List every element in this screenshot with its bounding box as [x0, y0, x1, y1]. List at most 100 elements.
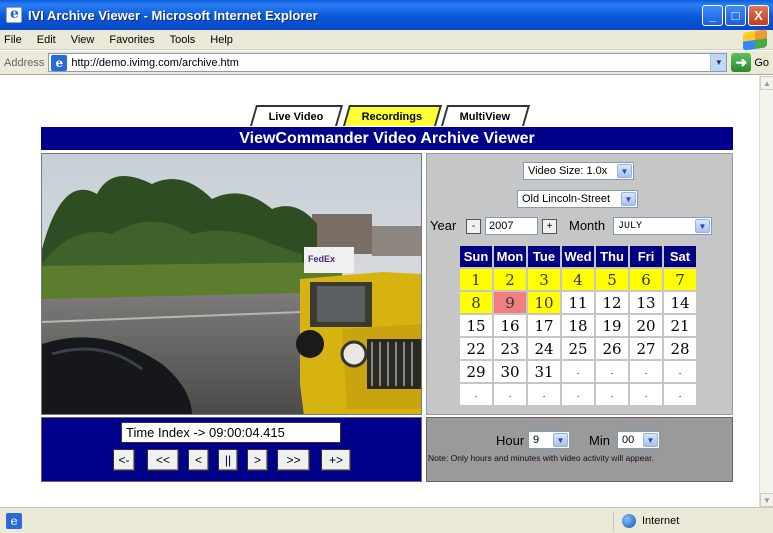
calendar-day-cell[interactable]: 28 — [664, 338, 696, 359]
month-label: Month — [569, 218, 606, 233]
jump-back-button[interactable]: <- — [113, 449, 135, 471]
close-button[interactable]: X — [748, 4, 769, 26]
month-select[interactable]: JULY ▼ — [613, 217, 712, 235]
calendar-day-cell[interactable]: 18 — [562, 315, 594, 336]
fedex-logo: FedEx — [308, 254, 335, 264]
maximize-button[interactable]: □ — [725, 4, 746, 26]
calendar-week-row: ....... — [460, 384, 696, 405]
calendar-day-header: Tue — [528, 246, 560, 267]
minimize-button[interactable]: _ — [702, 4, 723, 26]
hour-label: Hour — [496, 433, 525, 448]
hour-value: 9 — [533, 434, 540, 446]
tab-live-video[interactable]: Live Video — [249, 105, 343, 126]
jump-forward-button[interactable]: +> — [321, 449, 351, 471]
address-input[interactable]: e http://demo.ivimg.com/archive.htm ▼ — [48, 53, 728, 72]
calendar-day-cell[interactable]: 14 — [664, 292, 696, 313]
calendar-day-cell[interactable]: 3 — [528, 269, 560, 290]
calendar-day-cell[interactable]: 15 — [460, 315, 492, 336]
calendar-day-cell[interactable]: 25 — [562, 338, 594, 359]
calendar-week-row: 8 9 10 11 12 13 14 — [460, 292, 696, 313]
menu-favorites[interactable]: Favorites — [109, 34, 154, 46]
year-decrement-button[interactable]: - — [466, 219, 481, 234]
page-viewport: Live Video Recordings MultiView ViewComm… — [0, 76, 759, 507]
calendar-day-cell[interactable]: 31 — [528, 361, 560, 382]
tab-multiview[interactable]: MultiView — [441, 105, 530, 126]
calendar-empty-cell: . — [630, 361, 662, 382]
address-dropdown-icon[interactable]: ▼ — [710, 54, 727, 71]
month-value: JULY — [618, 220, 643, 232]
video-still: FedEx — [42, 154, 421, 414]
calendar-day-cell[interactable]: 24 — [528, 338, 560, 359]
calendar-day-cell[interactable]: 2 — [494, 269, 526, 290]
time-select-panel: Hour 9 ▼ Min 00 ▼ Note: Only hours and m… — [426, 417, 733, 482]
security-zone: Internet — [613, 511, 753, 531]
menu-help[interactable]: Help — [210, 34, 233, 46]
calendar-day-cell[interactable]: 5 — [596, 269, 628, 290]
title-bar: IVI Archive Viewer - Microsoft Internet … — [0, 0, 773, 30]
menu-edit[interactable]: Edit — [37, 34, 56, 46]
menu-view[interactable]: View — [71, 34, 95, 46]
time-index-display: Time Index -> 09:00:04.415 — [121, 422, 341, 443]
chevron-down-icon[interactable]: ▼ — [617, 164, 632, 178]
calendar-grid: Sun Mon Tue Wed Thu Fri Sat 1 2 3 4 5 6 7 8 9 10 11 12 13 1… — [458, 244, 698, 407]
video-frame[interactable]: FedEx — [41, 153, 422, 415]
year-label: Year — [430, 218, 457, 233]
calendar-day-cell[interactable]: 7 — [664, 269, 696, 290]
calendar-day-cell[interactable]: 22 — [460, 338, 492, 359]
calendar-day-cell[interactable]: 23 — [494, 338, 526, 359]
tab-recordings[interactable]: Recordings — [342, 105, 442, 126]
camera-value: Old Lincoln-Street — [522, 193, 611, 205]
chevron-down-icon[interactable]: ▼ — [695, 219, 710, 233]
step-back-button[interactable]: < — [188, 449, 209, 471]
calendar-day-header: Mon — [494, 246, 526, 267]
min-label: Min — [589, 433, 610, 448]
calendar-day-cell[interactable]: 26 — [596, 338, 628, 359]
calendar-week-row: 1234567 — [460, 269, 696, 290]
address-url[interactable]: http://demo.ivimg.com/archive.htm — [71, 57, 710, 69]
menu-file[interactable]: File — [4, 34, 22, 46]
scroll-up-icon[interactable]: ▲ — [760, 76, 773, 90]
page-status-icon: e — [6, 512, 22, 529]
go-button[interactable]: Go — [754, 57, 769, 69]
nav-tabs: Live Video Recordings MultiView — [249, 105, 533, 126]
menu-tools[interactable]: Tools — [170, 34, 196, 46]
chevron-down-icon[interactable]: ▼ — [553, 433, 568, 447]
calendar-day-cell[interactable]: 1 — [460, 269, 492, 290]
calendar-day-cell[interactable]: 19 — [596, 315, 628, 336]
globe-icon — [622, 514, 636, 528]
go-arrow-icon[interactable]: ➜ — [731, 53, 752, 72]
calendar-day-cell[interactable]: 17 — [528, 315, 560, 336]
minute-select[interactable]: 00 ▼ — [617, 431, 660, 449]
fast-forward-button[interactable]: >> — [277, 449, 310, 471]
calendar-day-cell[interactable]: 8 — [460, 292, 492, 313]
address-bar: Address e http://demo.ivimg.com/archive.… — [0, 51, 773, 75]
window-title: IVI Archive Viewer - Microsoft Internet … — [28, 7, 318, 23]
calendar-day-header: Fri — [630, 246, 662, 267]
calendar-day-cell[interactable]: 21 — [664, 315, 696, 336]
calendar-day-cell[interactable]: 6 — [630, 269, 662, 290]
year-increment-button[interactable]: + — [542, 219, 557, 234]
fast-rewind-button[interactable]: << — [147, 449, 179, 471]
calendar-day-cell[interactable]: 20 — [630, 315, 662, 336]
calendar-day-cell[interactable]: 12 — [596, 292, 628, 313]
calendar-day-cell[interactable]: 11 — [562, 292, 594, 313]
calendar-day-cell[interactable]: 29 — [460, 361, 492, 382]
vertical-scrollbar[interactable]: ▲ ▼ — [759, 76, 773, 507]
scroll-down-icon[interactable]: ▼ — [760, 493, 773, 507]
calendar-day-cell[interactable]: 16 — [494, 315, 526, 336]
pause-button[interactable]: || — [218, 449, 238, 471]
calendar-day-cell[interactable]: 30 — [494, 361, 526, 382]
year-input[interactable]: 2007 — [485, 217, 538, 235]
step-forward-button[interactable]: > — [247, 449, 268, 471]
hour-select[interactable]: 9 ▼ — [528, 431, 570, 449]
calendar-day-cell[interactable]: 9 — [494, 292, 526, 313]
calendar-day-cell[interactable]: 13 — [630, 292, 662, 313]
chevron-down-icon[interactable]: ▼ — [643, 433, 658, 447]
calendar-day-header: Wed — [562, 246, 594, 267]
calendar-day-cell[interactable]: 27 — [630, 338, 662, 359]
calendar-day-cell[interactable]: 4 — [562, 269, 594, 290]
video-size-select[interactable]: Video Size: 1.0x ▼ — [523, 162, 634, 180]
calendar-day-cell[interactable]: 10 — [528, 292, 560, 313]
camera-select[interactable]: Old Lincoln-Street ▼ — [517, 190, 638, 208]
chevron-down-icon[interactable]: ▼ — [621, 192, 636, 206]
